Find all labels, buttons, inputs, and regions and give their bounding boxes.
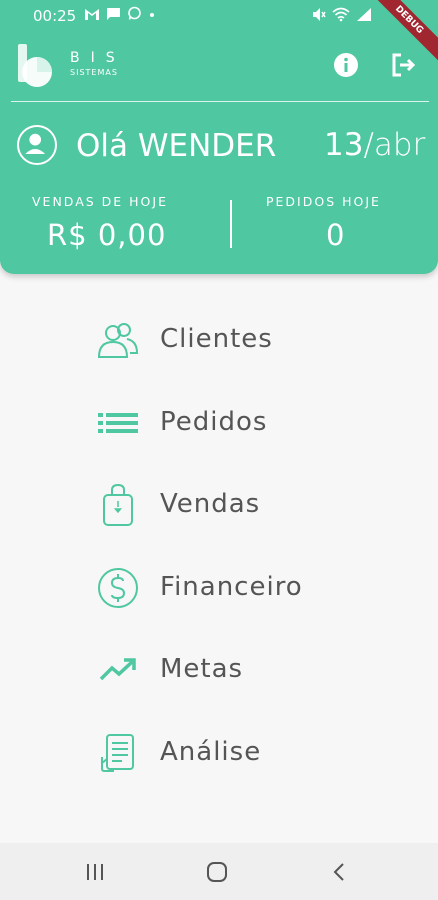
user-avatar-icon [17, 125, 57, 165]
menu-item-financeiro[interactable]: Financeiro [96, 566, 303, 649]
gmail-icon [85, 8, 99, 20]
menu-label-metas: Metas [160, 654, 244, 684]
signal-icon [357, 8, 371, 21]
system-icons [312, 7, 372, 22]
menu-label-analise: Análise [160, 736, 262, 767]
menu-item-pedidos[interactable]: Pedidos [96, 401, 303, 484]
header-panel: 00:25 DEBUG BIS SISTEMAS Olá WENDER 13/a… [0, 0, 438, 274]
dollar-circle-icon [96, 566, 140, 610]
status-bar: 00:25 DEBUG [0, 0, 438, 65]
report-icon [96, 731, 140, 775]
header-divider [11, 101, 429, 102]
list-icon [96, 401, 140, 445]
shopping-bag-icon [96, 483, 140, 527]
whatsapp-icon [128, 6, 141, 20]
info-icon[interactable] [333, 52, 359, 78]
status-time: 00:25 [33, 7, 77, 25]
back-icon[interactable] [328, 861, 352, 883]
logout-icon[interactable] [391, 52, 417, 78]
menu-label-pedidos: Pedidos [160, 406, 268, 437]
menu-item-clientes[interactable]: Clientes [96, 318, 303, 401]
stats-separator [230, 200, 232, 248]
menu-item-vendas[interactable]: Vendas [96, 483, 303, 566]
notification-icons [84, 6, 156, 21]
menu-label-financeiro: Financeiro [160, 571, 303, 602]
bis-logo-icon [18, 44, 52, 87]
menu-item-analise[interactable]: Análise [96, 731, 303, 814]
home-icon[interactable] [205, 861, 229, 883]
date-day: 13 [324, 127, 364, 163]
dot-icon [150, 12, 154, 17]
main-menu: Clientes Pedidos Vendas Financeiro Metas… [96, 318, 303, 813]
brand-name: BIS [70, 50, 126, 66]
menu-label-vendas: Vendas [160, 489, 261, 519]
users-icon [96, 318, 140, 362]
orders-today-value: 0 [326, 218, 346, 252]
wifi-icon [332, 7, 350, 22]
trending-up-icon [96, 648, 140, 692]
sales-today-label: VENDAS DE HOJE [32, 194, 168, 209]
date-month: /abr [363, 127, 426, 163]
brand-subtitle: SISTEMAS [70, 68, 118, 77]
message-icon [107, 7, 120, 20]
sales-today-value: R$ 0,00 [47, 218, 167, 252]
greeting: Olá WENDER [76, 128, 277, 164]
menu-label-clientes: Clientes [160, 324, 273, 354]
orders-today-label: PEDIDOS HOJE [266, 194, 381, 209]
brand: BIS SISTEMAS [70, 50, 126, 77]
menu-item-metas[interactable]: Metas [96, 648, 303, 731]
recent-apps-icon[interactable] [83, 861, 107, 883]
mute-icon [313, 8, 326, 21]
android-nav-bar [0, 843, 438, 900]
date-display: 13/abr [324, 127, 425, 163]
